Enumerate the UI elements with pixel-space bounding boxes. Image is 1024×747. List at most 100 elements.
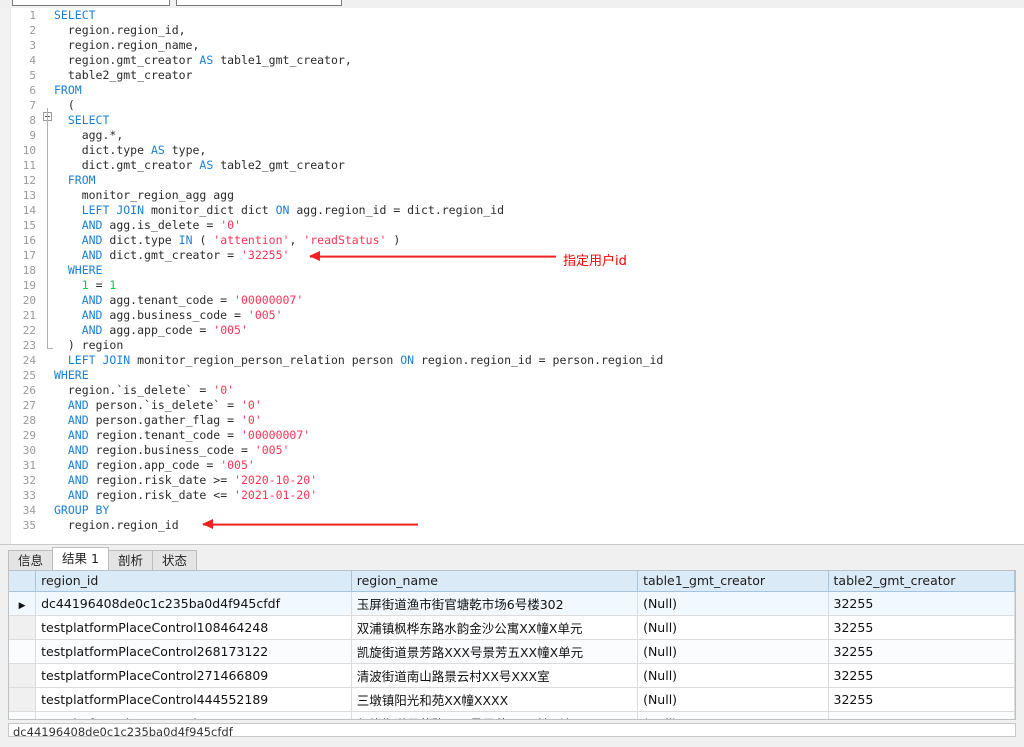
table-cell[interactable]: 凯旋街道景芳路XXX号景芳五XX幢X单元 [351, 711, 639, 719]
table-cell[interactable]: (Null) [637, 687, 829, 712]
toolbar-input-2[interactable] [176, 0, 342, 6]
line-number: 18 [22, 264, 36, 277]
code-line[interactable]: 26 region.`is_delete` = '0' [0, 383, 1024, 398]
code-line[interactable]: 22 AND agg.app_code = '005' [0, 323, 1024, 338]
column-header[interactable]: region_name [351, 571, 639, 592]
table-cell[interactable]: (Null) [637, 711, 829, 719]
table-cell[interactable]: (Null) [637, 591, 829, 616]
line-number: 21 [22, 309, 36, 322]
table-header-row: region_id region_name table1_gmt_creator ta… [9, 571, 1015, 592]
code-line[interactable]: 6 FROM [0, 83, 1024, 98]
row-marker[interactable] [9, 711, 37, 719]
results-tab-bar[interactable]: 信息 结果 1 剖析 状态 [8, 547, 197, 570]
table-cell[interactable]: 32255 [828, 639, 1015, 664]
row-marker-current[interactable]: ▶ [9, 591, 37, 616]
column-header[interactable]: table2_gmt_creator [828, 571, 1015, 592]
code-line[interactable]: 9 agg.*, [0, 128, 1024, 143]
code-line[interactable]: 19 1 = 1 [0, 278, 1024, 293]
table-cell[interactable]: 32255 [828, 663, 1015, 688]
column-header[interactable]: table1_gmt_creator [637, 571, 829, 592]
code-line[interactable]: 3 region.region_name, [0, 38, 1024, 53]
code-line[interactable]: 18 WHERE [0, 263, 1024, 278]
code-text: AND dict.type IN ( 'attention', 'readSta… [54, 233, 401, 247]
code-line[interactable]: 35 region.region_id [0, 518, 1024, 533]
code-line[interactable]: 30 AND region.business_code = '005' [0, 443, 1024, 458]
table-cell[interactable]: testplatformPlaceControl271466809 [35, 663, 352, 688]
code-line[interactable]: 14 LEFT JOIN monitor_dict dict ON agg.re… [0, 203, 1024, 218]
table-cell[interactable]: 32255 [828, 615, 1015, 640]
table-cell[interactable]: 三墩镇阳光和苑XX幢XXXX [351, 687, 639, 712]
code-line[interactable]: 1 SELECT [0, 8, 1024, 23]
code-line[interactable]: 28 AND person.gather_flag = '0' [0, 413, 1024, 428]
code-line[interactable]: 7 ( [0, 98, 1024, 121]
row-marker[interactable] [9, 663, 37, 688]
code-line[interactable]: 34 GROUP BY [0, 503, 1024, 518]
code-line[interactable]: 2 region.region_id, [0, 23, 1024, 38]
code-line[interactable]: 25 WHERE [0, 368, 1024, 383]
table-row[interactable]: testplatformPlaceControl268173122 凯旋街道景芳路… [9, 639, 1015, 664]
tab-result-1[interactable]: 结果 1 [52, 547, 109, 570]
toolbar-input-1[interactable] [12, 0, 170, 6]
code-line[interactable]: 29 AND region.tenant_code = '00000007' [0, 428, 1024, 443]
code-line[interactable]: 21 AND agg.business_code = '005' [0, 308, 1024, 323]
table-cell[interactable]: 双浦镇枫桦东路水韵金沙公寓XX幢X单元 [351, 615, 639, 640]
code-line[interactable]: 15 AND agg.is_delete = '0' [0, 218, 1024, 233]
line-number: 24 [22, 354, 36, 367]
code-line[interactable]: 8 SELECT [0, 113, 1024, 128]
code-line[interactable]: 13 monitor_region_agg agg [0, 188, 1024, 203]
table-cell[interactable]: testplatformPlaceControl268173122 [35, 639, 352, 664]
table-cell[interactable]: testplatformPlaceControl444552189 [35, 687, 352, 712]
sql-editor[interactable]: 1 SELECT 2 region.region_id, 3 region.regio… [0, 8, 1024, 544]
table-cell[interactable]: 凯旋街道景芳路XXX号景芳五XX幢X单元 [351, 639, 639, 664]
table-cell[interactable]: 玉屏街道渔市街官塘乾市场6号楼302 [351, 591, 639, 616]
results-table[interactable]: region_id region_name table1_gmt_creator ta… [9, 571, 1015, 719]
sql-code-area[interactable]: 1 SELECT 2 region.region_id, 3 region.regio… [0, 8, 1024, 544]
table-cell[interactable]: testplatformPlaceControl614632763 [35, 711, 352, 719]
line-number: 23 [22, 339, 36, 352]
table-cell[interactable]: (Null) [637, 639, 829, 664]
table-row[interactable]: testplatformPlaceControl108464248 双浦镇枫桦东路… [9, 615, 1015, 640]
table-row[interactable]: testplatformPlaceControl614632763凯旋街道景芳路… [9, 711, 1015, 719]
table-cell[interactable]: (Null) [637, 615, 829, 640]
code-line[interactable]: 32 AND region.risk_date >= '2020-10-20' [0, 473, 1024, 488]
code-token: person.gather_flag = [88, 413, 241, 427]
annotation-arrow-user-id-line [310, 256, 556, 258]
code-line[interactable]: 16 AND dict.type IN ( 'attention', 'read… [0, 233, 1024, 248]
code-line[interactable]: 5 table2_gmt_creator [0, 68, 1024, 83]
code-fold-guide-line [47, 108, 48, 348]
table-row[interactable]: testplatformPlaceControl271466809 清波街道南山路… [9, 663, 1015, 688]
row-marker[interactable] [9, 639, 37, 664]
tab-profile[interactable]: 剖析 [107, 550, 153, 570]
code-line[interactable]: 23 ) region [0, 338, 1024, 353]
code-token: AND [67, 488, 89, 502]
code-line[interactable]: 33 AND region.risk_date <= '2021-01-20' [0, 488, 1024, 503]
table-cell[interactable]: 清波街道南山路景云村XX号XXX室 [351, 663, 639, 688]
code-token: AS [199, 158, 214, 172]
tab-status[interactable]: 状态 [151, 550, 197, 570]
table-row[interactable]: testplatformPlaceControl444552189 三墩镇阳光和苑… [9, 687, 1015, 712]
table-cell[interactable]: 32255 [828, 687, 1015, 712]
table-cell[interactable]: 32255 [828, 711, 1015, 719]
results-grid[interactable]: region_id region_name table1_gmt_creator ta… [8, 570, 1016, 720]
table-cell[interactable]: testplatformPlaceControl108464248 [35, 615, 352, 640]
code-line[interactable]: 24 LEFT JOIN monitor_region_person_relat… [0, 353, 1024, 368]
table-cell[interactable]: 32255 [828, 591, 1015, 616]
row-marker[interactable] [9, 687, 37, 712]
code-line[interactable]: 10 dict.type AS type, [0, 143, 1024, 158]
table-cell[interactable]: dc44196408de0c1c235ba0d4f945cfdf [35, 591, 352, 616]
code-line[interactable]: 12 FROM [0, 173, 1024, 188]
line-number: 31 [22, 459, 36, 472]
code-line[interactable]: 20 AND agg.tenant_code = '00000007' [0, 293, 1024, 308]
code-token: 'readStatus' [303, 233, 387, 247]
code-line[interactable]: 11 dict.gmt_creator AS table2_gmt_creato… [0, 158, 1024, 173]
code-text: SELECT [54, 8, 96, 22]
code-line[interactable]: 4 region.gmt_creator AS table1_gmt_creat… [0, 53, 1024, 68]
code-line[interactable]: 31 AND region.app_code = '005' [0, 458, 1024, 473]
tab-info[interactable]: 信息 [8, 550, 54, 570]
table-row[interactable]: ▶ dc44196408de0c1c235ba0d4f945cfdf 玉屏街道渔市街… [9, 591, 1015, 616]
table-cell[interactable]: (Null) [637, 663, 829, 688]
table-body[interactable]: ▶ dc44196408de0c1c235ba0d4f945cfdf 玉屏街道渔市街… [9, 591, 1015, 719]
row-marker[interactable] [9, 615, 37, 640]
column-header[interactable]: region_id [35, 571, 352, 592]
code-line[interactable]: 27 AND person.`is_delete` = '0' [0, 398, 1024, 413]
